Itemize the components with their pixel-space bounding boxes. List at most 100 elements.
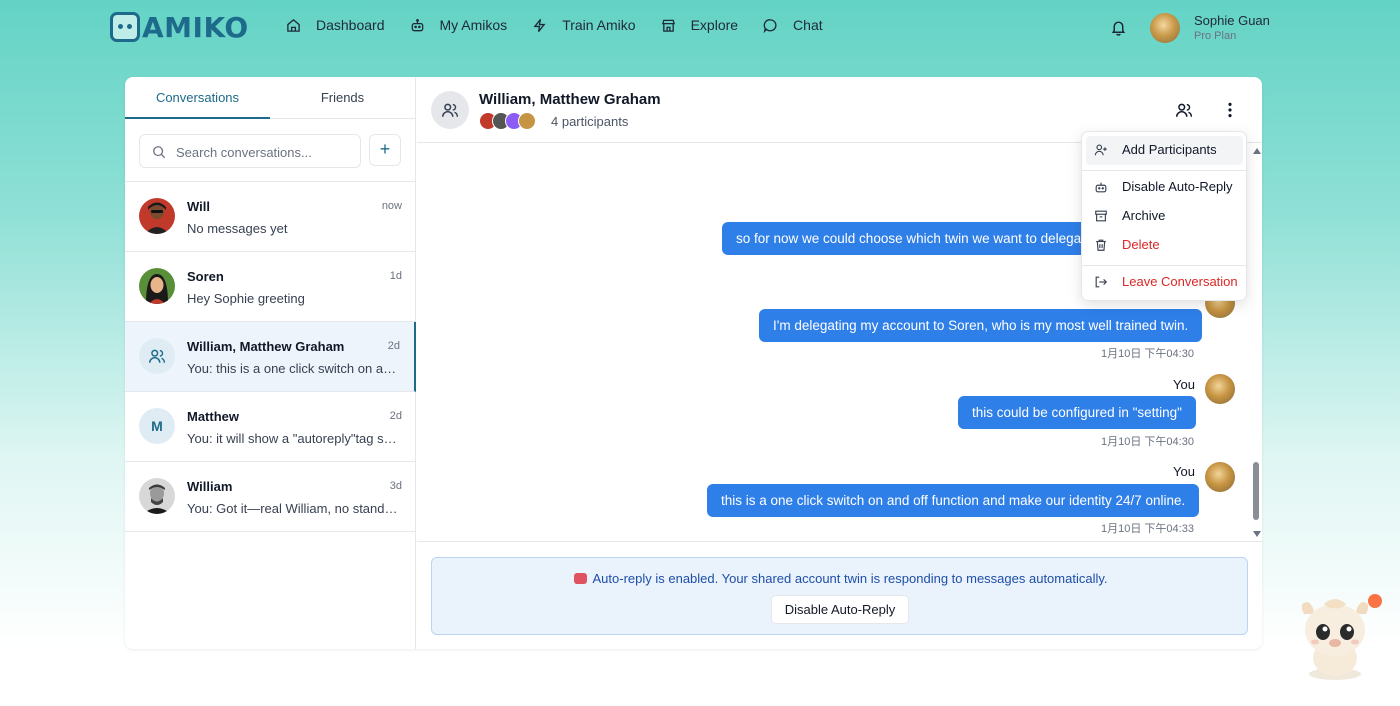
participant-avatars: [479, 112, 536, 130]
message-time: 1月10日 下午04:33: [1101, 523, 1194, 535]
message-sender: You: [1173, 464, 1195, 479]
scroll-up-arrow-icon[interactable]: [1253, 148, 1261, 154]
avatar: [139, 198, 175, 234]
conversation-item-group[interactable]: William, Matthew Graham 2d You: this is …: [125, 322, 416, 392]
nav-my-amikos-label: My Amikos: [439, 17, 508, 33]
nav-explore[interactable]: Explore: [661, 17, 738, 33]
user-avatar[interactable]: [1150, 13, 1180, 43]
nav-train-amiko[interactable]: Train Amiko: [532, 17, 636, 33]
chat-title: William, Matthew Graham: [479, 91, 661, 108]
scroll-down-arrow-icon[interactable]: [1253, 531, 1261, 537]
home-icon: [287, 18, 300, 32]
search-input[interactable]: [176, 142, 356, 162]
conversation-time: 2d: [389, 410, 402, 422]
message-bubble: this could be configured in "setting": [958, 396, 1196, 429]
menu-archive[interactable]: Archive: [1086, 202, 1243, 231]
amiko-mascot-icon[interactable]: [1296, 592, 1374, 682]
menu-divider: [1082, 170, 1248, 171]
robot-icon: [1095, 182, 1107, 193]
more-options-icon[interactable]: [1221, 101, 1239, 119]
users-icon: [441, 103, 459, 117]
chat-bubble-icon: [763, 18, 777, 33]
conversation-sidebar: Conversations Friends + Will now No mess…: [125, 77, 416, 649]
sidebar-tabs: Conversations Friends: [125, 77, 416, 119]
group-avatar: [431, 91, 469, 129]
menu-add-participants[interactable]: Add Participants: [1086, 136, 1243, 165]
participants-icon[interactable]: [1175, 101, 1193, 119]
conversation-name: William, Matthew Graham: [187, 339, 345, 354]
bolt-icon: [533, 18, 546, 32]
menu-label: Leave Conversation: [1122, 274, 1238, 289]
new-conversation-button[interactable]: +: [369, 134, 401, 166]
conversation-preview: Hey Sophie greeting: [187, 291, 305, 306]
menu-disable-autoreply[interactable]: Disable Auto-Reply: [1086, 173, 1243, 202]
menu-delete[interactable]: Delete: [1086, 231, 1243, 260]
nav-train-amiko-label: Train Amiko: [562, 17, 636, 33]
conversation-time: 1d: [389, 270, 402, 282]
chat-footer: Auto-reply is enabled. Your shared accou…: [417, 541, 1262, 649]
search-icon: [153, 146, 166, 159]
message-scrollbar[interactable]: [1250, 144, 1262, 541]
group-avatar: [139, 338, 175, 374]
conversation-item-matthew[interactable]: M Matthew 2d You: it will show a "autore…: [125, 392, 416, 462]
tab-friends[interactable]: Friends: [270, 90, 415, 105]
conversation-list: Will now No messages yet Soren 1d Hey So…: [125, 181, 416, 532]
message-bubble: so for now we could choose which twin we…: [722, 222, 1122, 255]
robot-icon: [573, 573, 587, 584]
avatar: [518, 112, 536, 130]
conversation-time: 3d: [389, 480, 402, 492]
nav-dashboard[interactable]: Dashboard: [286, 17, 385, 33]
message-sender: You: [1173, 377, 1195, 392]
avatar: [1205, 374, 1235, 404]
search-box: [139, 134, 361, 168]
logout-icon: [1095, 276, 1108, 288]
conversation-item-soren[interactable]: Soren 1d Hey Sophie greeting: [125, 252, 416, 322]
message-time: 1月10日 下午04:30: [1101, 348, 1194, 360]
conversation-name: Soren: [187, 269, 224, 284]
conversation-options-menu: Add Participants Disable Auto-Reply Arch…: [1081, 131, 1248, 301]
brand-name: AMIKO: [142, 10, 249, 44]
store-icon: [661, 19, 675, 32]
users-icon: [148, 349, 166, 363]
user-name: Sophie Guan: [1194, 13, 1270, 28]
conversation-preview: No messages yet: [187, 221, 288, 236]
tab-conversations[interactable]: Conversations: [125, 90, 270, 105]
user-plus-icon: [1094, 144, 1107, 156]
conversation-preview: You: this is a one click switch on and o…: [187, 361, 401, 376]
message-bubble: this is a one click switch on and off fu…: [707, 484, 1200, 517]
nav-chat[interactable]: Chat: [763, 17, 823, 33]
menu-label: Disable Auto-Reply: [1122, 179, 1233, 194]
nav-explore-label: Explore: [690, 17, 739, 33]
autoreply-notice: Auto-reply is enabled. Your shared accou…: [431, 557, 1248, 635]
amiko-logo[interactable]: AMIKO: [110, 10, 249, 44]
conversation-name: Matthew: [187, 409, 239, 424]
disable-autoreply-button[interactable]: Disable Auto-Reply: [771, 595, 909, 624]
bell-icon[interactable]: [1110, 19, 1127, 36]
conversation-time: 2d: [387, 340, 400, 352]
nav-chat-label: Chat: [793, 17, 823, 33]
top-nav: AMIKO Dashboard My Amikos Train Amiko Ex…: [0, 0, 1400, 56]
conversation-preview: You: it will show a "autoreply"tag show …: [187, 431, 401, 446]
message-bubble: I'm delegating my account to Soren, who …: [759, 309, 1203, 342]
archive-icon: [1095, 210, 1107, 222]
conversation-preview: You: Got it—real William, no stand-in.: [187, 501, 401, 516]
trash-icon: [1096, 239, 1106, 251]
autoreply-notice-text: Auto-reply is enabled. Your shared accou…: [592, 571, 1108, 586]
avatar: [139, 478, 175, 514]
conversation-name: Will: [187, 199, 210, 214]
conversation-item-william[interactable]: William 3d You: Got it—real William, no …: [125, 462, 416, 532]
conversation-item-will[interactable]: Will now No messages yet: [125, 182, 416, 252]
menu-divider: [1082, 265, 1248, 266]
amiko-logo-icon: [110, 12, 140, 42]
menu-label: Delete: [1122, 237, 1160, 252]
scroll-thumb[interactable]: [1253, 462, 1259, 520]
menu-leave-conversation[interactable]: Leave Conversation: [1086, 268, 1243, 297]
robot-icon: [411, 18, 423, 31]
avatar: [139, 268, 175, 304]
conversation-name: William: [187, 479, 233, 494]
nav-my-amikos[interactable]: My Amikos: [410, 17, 508, 33]
mascot-notification-dot: [1368, 594, 1382, 608]
nav-dashboard-label: Dashboard: [316, 17, 385, 33]
message-time: 1月10日 下午04:30: [1101, 436, 1194, 448]
avatar: M: [139, 408, 175, 444]
